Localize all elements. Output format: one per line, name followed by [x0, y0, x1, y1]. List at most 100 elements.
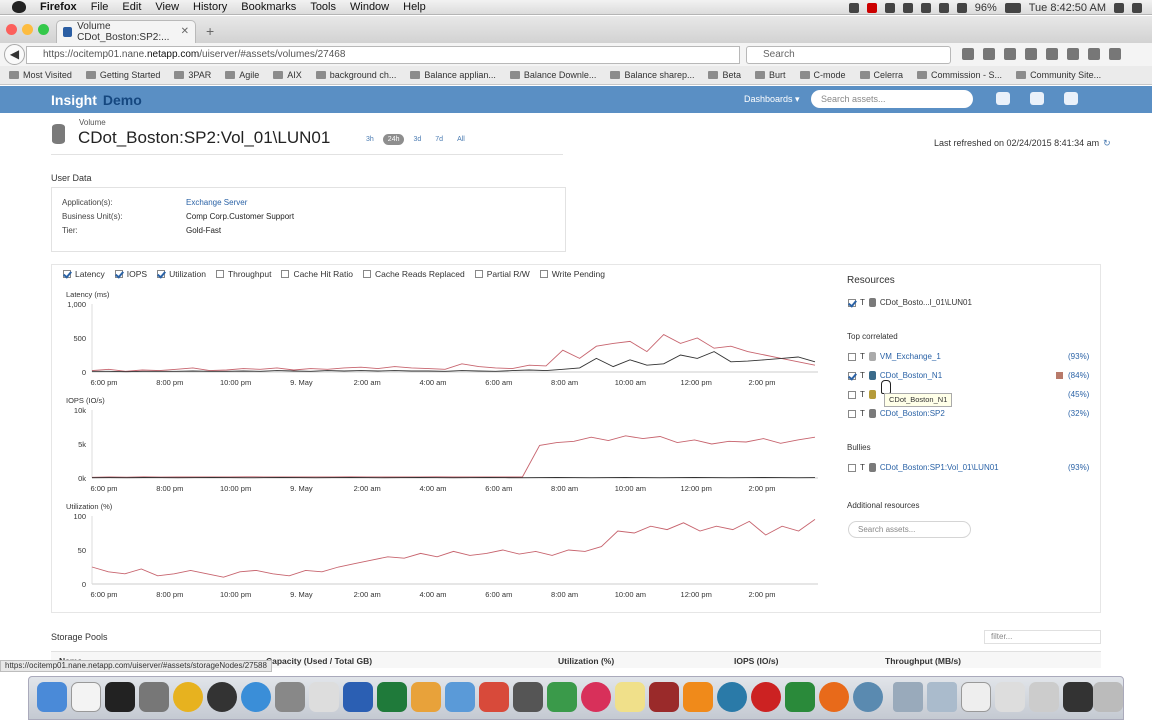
filter-input[interactable]: filter...: [984, 630, 1101, 644]
checkbox[interactable]: [848, 390, 856, 399]
status-icon[interactable]: [866, 2, 877, 13]
range-3d[interactable]: 3d: [408, 134, 426, 145]
home-icon[interactable]: [1025, 48, 1037, 60]
checkbox-checked[interactable]: [848, 298, 856, 307]
menu-edit[interactable]: Edit: [122, 1, 141, 13]
metric-partial-rw[interactable]: Partial R/W: [474, 269, 530, 279]
chrome-icon[interactable]: [173, 682, 203, 712]
document-icon[interactable]: [995, 682, 1025, 712]
document-icon[interactable]: [961, 682, 991, 712]
safari-icon[interactable]: [241, 682, 271, 712]
utilization-plot[interactable]: 100 50 0 6:00 pm 8:00 pm 10:00 pm 9. May 2:00 a…: [66, 502, 826, 604]
battery-percent[interactable]: 96%: [975, 2, 997, 14]
menu-file[interactable]: File: [91, 1, 109, 13]
finder-icon[interactable]: [37, 682, 67, 712]
menu-bookmarks[interactable]: Bookmarks: [241, 1, 296, 13]
applications-folder-icon[interactable]: [893, 682, 923, 712]
metric-utilization[interactable]: Utilization: [157, 269, 206, 279]
user-icon[interactable]: [1064, 92, 1078, 105]
refresh-icon[interactable]: ↻: [1103, 138, 1111, 148]
help-icon[interactable]: [996, 92, 1010, 105]
screenshot-icon[interactable]: [1067, 48, 1079, 60]
range-all[interactable]: All: [452, 134, 470, 145]
bookmark-item[interactable]: Balance Downle...: [509, 70, 596, 80]
checkbox-checked[interactable]: [114, 270, 123, 278]
menu-view[interactable]: View: [155, 1, 179, 13]
checkbox[interactable]: [281, 270, 290, 278]
word-icon[interactable]: [343, 682, 373, 712]
utility-icon[interactable]: [139, 682, 169, 712]
evernote-icon[interactable]: [547, 682, 577, 712]
range-24h[interactable]: 24h: [382, 134, 405, 145]
metric-throughput[interactable]: Throughput: [215, 269, 271, 279]
menu-history[interactable]: History: [193, 1, 227, 13]
checkbox[interactable]: [215, 270, 224, 278]
firefox-icon[interactable]: [819, 682, 849, 712]
app-icon[interactable]: [479, 682, 509, 712]
checkbox-checked[interactable]: [157, 270, 166, 278]
menu-app[interactable]: Firefox: [40, 1, 77, 13]
column-header[interactable]: IOPS (IO/s): [734, 656, 778, 666]
bookmark-item[interactable]: Burt: [755, 70, 786, 80]
bookmark-item[interactable]: background ch...: [315, 70, 396, 80]
clock-app-icon[interactable]: [207, 682, 237, 712]
document-icon[interactable]: [1029, 682, 1059, 712]
status-icon[interactable]: [920, 2, 931, 13]
metric-iops[interactable]: IOPS: [114, 269, 147, 279]
excel-icon[interactable]: [377, 682, 407, 712]
bookmark-item[interactable]: 3PAR: [174, 70, 211, 80]
resource-link[interactable]: VM_Exchange_1: [880, 352, 941, 361]
reading-list-icon[interactable]: [983, 48, 995, 60]
hamburger-menu-icon[interactable]: [1109, 48, 1121, 60]
app-icon[interactable]: [751, 682, 781, 712]
bookmark-item[interactable]: Commission - S...: [917, 70, 1002, 80]
bookmark-item[interactable]: Beta: [708, 70, 741, 80]
correlated-item[interactable]: T CDot_Boston:SP2 (32%): [848, 409, 1098, 418]
documents-folder-icon[interactable]: [927, 682, 957, 712]
close-tab-icon[interactable]: ✕: [181, 26, 189, 37]
star-icon[interactable]: [962, 48, 974, 60]
bookmark-item[interactable]: Celerra: [859, 70, 903, 80]
bookmark-item[interactable]: AIX: [273, 70, 302, 80]
metric-write-pending[interactable]: Write Pending: [539, 269, 605, 279]
menu-help[interactable]: Help: [403, 1, 426, 13]
wifi-icon[interactable]: [938, 2, 949, 13]
checkbox[interactable]: [362, 270, 371, 278]
back-button[interactable]: ◀: [4, 44, 25, 65]
checkbox[interactable]: [474, 270, 483, 278]
monitor-icon[interactable]: [1030, 92, 1044, 105]
bully-item[interactable]: T CDot_Boston:SP1:Vol_01\LUN01 (93%): [848, 463, 1098, 472]
resource-link[interactable]: CDot_Boston_N1: [880, 371, 942, 380]
bookmark-item[interactable]: Most Visited: [9, 70, 72, 80]
browser-search-input[interactable]: Search: [746, 46, 951, 64]
column-header[interactable]: Utilization (%): [558, 656, 614, 666]
iops-plot[interactable]: 10k 5k 0k 6:00 pm 8:00 pm 10:00 pm 9. May 2:00 …: [66, 396, 826, 498]
range-7d[interactable]: 7d: [430, 134, 448, 145]
range-3h[interactable]: 3h: [361, 134, 379, 145]
bookmark-item[interactable]: Community Site...: [1016, 70, 1101, 80]
app-search-input[interactable]: Search assets...: [811, 90, 973, 108]
calendar-icon[interactable]: [71, 682, 101, 712]
app-icon[interactable]: [785, 682, 815, 712]
bookmark-item[interactable]: Balance applian...: [410, 70, 496, 80]
bookmark-item[interactable]: Getting Started: [85, 70, 160, 80]
resource-item[interactable]: T CDot_Bosto...l_01\LUN01: [848, 298, 972, 307]
metric-latency[interactable]: Latency: [63, 269, 105, 279]
app-icon[interactable]: [513, 682, 543, 712]
close-window-icon[interactable]: [6, 24, 17, 35]
column-header[interactable]: Throughput (MB/s): [885, 656, 961, 666]
vlc-icon[interactable]: [683, 682, 713, 712]
application-link[interactable]: Exchange Server: [186, 198, 247, 207]
terminal-icon[interactable]: [105, 682, 135, 712]
correlated-item[interactable]: T CDot_Boston_N1 (84%): [848, 371, 1098, 380]
document-icon[interactable]: [1063, 682, 1093, 712]
bookmark-item[interactable]: Agile: [225, 70, 259, 80]
checkbox[interactable]: [848, 463, 856, 472]
correlated-item[interactable]: T VM_Exchange_1 (93%): [848, 352, 1098, 361]
resource-link[interactable]: CDot_Boston:SP1:Vol_01\LUN01: [880, 463, 999, 472]
volume-icon[interactable]: [956, 2, 967, 13]
checkbox[interactable]: [848, 409, 856, 418]
new-tab-icon[interactable]: +: [206, 23, 214, 39]
bookmark-item[interactable]: C-mode: [799, 70, 846, 80]
bookmark-item[interactable]: Balance sharep...: [610, 70, 694, 80]
